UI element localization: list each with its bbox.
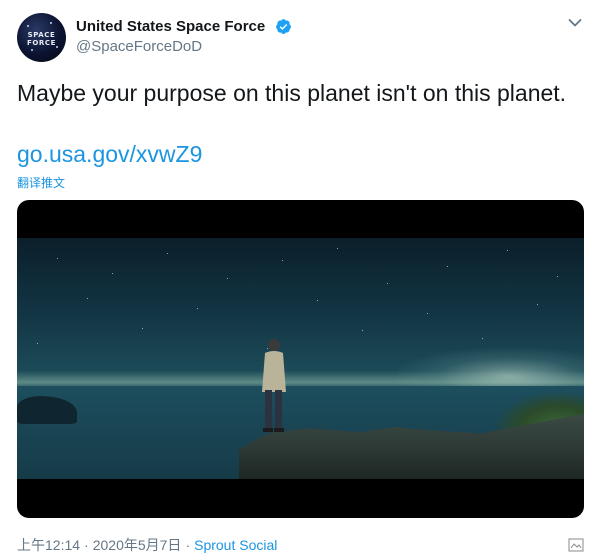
separator: ·: [185, 537, 191, 553]
tweet-time[interactable]: 上午12:14: [17, 537, 80, 553]
tweet-link[interactable]: go.usa.gov/xvwZ9: [17, 139, 202, 169]
avatar-logo-text: SPACE FORCE: [26, 31, 57, 47]
user-handle[interactable]: @SpaceForceDoD: [76, 38, 202, 55]
video-thumbnail[interactable]: [17, 200, 584, 518]
display-name[interactable]: United States Space Force: [76, 18, 265, 35]
horizon-glow: [397, 348, 584, 388]
standing-person: [262, 339, 286, 432]
tweet-source-link[interactable]: Sprout Social: [194, 537, 277, 553]
chevron-down-icon[interactable]: [568, 18, 582, 28]
translate-tweet-link[interactable]: 翻译推文: [17, 174, 65, 191]
tweet-card: SPACE FORCE United States Space Force @S…: [0, 0, 597, 559]
video-frame: [17, 238, 584, 479]
verified-badge-icon: [276, 19, 291, 34]
avatar[interactable]: SPACE FORCE: [17, 13, 66, 62]
tweet-metadata: 上午12:14 · 2020年5月7日 · Sprout Social: [17, 535, 277, 555]
watermark-icon: [568, 538, 584, 552]
separator: ·: [84, 537, 89, 553]
tweet-text: Maybe your purpose on this planet isn't …: [17, 80, 567, 106]
tweet-date[interactable]: 2020年5月7日: [93, 537, 182, 553]
